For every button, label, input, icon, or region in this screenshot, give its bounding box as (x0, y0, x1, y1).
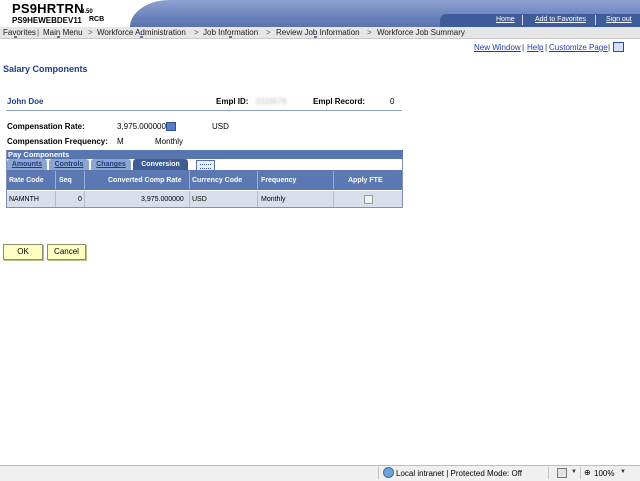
column-divider (257, 171, 258, 189)
zoom-icon: ⊕ (584, 468, 591, 477)
review-job-dropdown-icon (314, 36, 317, 38)
nav-separator-icon: > (194, 28, 199, 37)
app-name: PS9HRTRN (12, 1, 84, 16)
nav-separator-icon: > (367, 28, 372, 37)
compensation-frequency-code: M (117, 137, 124, 146)
workforce-admin-dropdown-icon (140, 36, 143, 38)
browser-status-bar (0, 465, 640, 481)
cell-currency-code: USD (192, 196, 207, 203)
column-divider (55, 191, 56, 207)
main-menu-dropdown-icon (57, 36, 60, 38)
page-link-separator: | (522, 43, 525, 52)
chevron-down-icon[interactable]: ▼ (571, 469, 577, 475)
grid-title: Pay Components (7, 150, 403, 159)
empl-record-label: Empl Record: (313, 97, 366, 106)
column-divider (257, 191, 258, 207)
chevron-down-icon[interactable]: ▼ (620, 469, 626, 475)
grid-settings-icon[interactable] (613, 42, 624, 52)
column-divider (333, 191, 334, 207)
protected-mode-icon[interactable] (557, 468, 567, 478)
col-frequency[interactable]: Frequency (261, 177, 296, 184)
column-divider (333, 171, 334, 189)
globe-icon (383, 467, 394, 478)
app-version: 8.50 (81, 9, 93, 15)
nav-review-job-information[interactable]: Review Job Information (276, 28, 360, 37)
compensation-rate-label: Compensation Rate: (7, 122, 85, 131)
nav-separator-icon: | (37, 28, 40, 37)
page-link-separator: | (608, 43, 611, 52)
col-apply-fte[interactable]: Apply FTE (348, 177, 383, 184)
security-zone-text: Local intranet | Protected Mode: Off (396, 469, 522, 478)
ok-button[interactable]: OK (3, 244, 43, 260)
status-divider (580, 467, 581, 479)
status-divider (548, 467, 549, 479)
tab-conversion[interactable]: Conversion (133, 159, 188, 170)
compensation-currency: USD (212, 122, 229, 131)
column-divider (189, 171, 190, 189)
employee-name: John Doe (7, 97, 44, 106)
page-link-separator: | (545, 43, 548, 52)
apply-fte-checkbox[interactable] (364, 195, 373, 204)
calculator-icon[interactable] (166, 122, 176, 131)
page-title: Salary Components (3, 64, 88, 74)
nav-main-menu[interactable]: Main Menu (43, 28, 83, 37)
customize-page-link[interactable]: Customize Page (549, 43, 608, 52)
empl-id-label: Empl ID: (216, 97, 249, 106)
cell-seq: 0 (78, 196, 82, 203)
column-divider (55, 171, 56, 189)
column-divider (84, 171, 85, 189)
header-link-separator (522, 15, 523, 25)
col-seq[interactable]: Seq (59, 177, 72, 184)
tab-controls[interactable]: Controls (49, 159, 89, 170)
database-name: PS9HEWEBDEV11 (12, 16, 82, 25)
new-window-link[interactable]: New Window (474, 43, 521, 52)
cell-rate-code: NAMNTH (9, 196, 39, 203)
add-to-favorites-link[interactable]: Add to Favorites (535, 16, 586, 23)
nav-separator-icon: > (266, 28, 271, 37)
col-converted-comp-rate[interactable]: Converted Comp Rate (108, 177, 182, 184)
home-link[interactable]: Home (496, 16, 515, 23)
compensation-frequency-description: Monthly (155, 137, 184, 146)
status-divider (378, 467, 379, 479)
column-divider (84, 191, 85, 207)
col-rate-code[interactable]: Rate Code (9, 177, 44, 184)
cell-converted-comp-rate: 3,975.000000 (141, 196, 184, 203)
help-link[interactable]: Help (527, 43, 543, 52)
tab-changes[interactable]: Changes (91, 159, 131, 170)
section-divider (6, 110, 402, 111)
nav-workforce-job-summary: Workforce Job Summary (377, 28, 465, 37)
header-link-separator (595, 15, 596, 25)
cell-frequency: Monthly (261, 196, 286, 203)
compensation-frequency-label: Compensation Frequency: (7, 137, 108, 146)
node-name: RCB (89, 16, 105, 23)
empl-record-value: 0 (390, 97, 395, 106)
compensation-rate-value: 3,975.000000 (117, 122, 166, 131)
tab-amounts[interactable]: Amounts (7, 159, 47, 170)
nav-favorites[interactable]: Favorites (3, 28, 36, 37)
column-divider (189, 191, 190, 207)
job-info-dropdown-icon (229, 36, 232, 38)
cancel-button[interactable]: Cancel (47, 244, 86, 260)
sign-out-link[interactable]: Sign out (606, 16, 632, 23)
zoom-level[interactable]: 100% (594, 469, 614, 478)
favorites-dropdown-icon (14, 36, 17, 38)
empl-id-value: 0110576 (256, 97, 287, 106)
nav-separator-icon: > (88, 28, 93, 37)
col-currency-code[interactable]: Currency Code (192, 177, 242, 184)
